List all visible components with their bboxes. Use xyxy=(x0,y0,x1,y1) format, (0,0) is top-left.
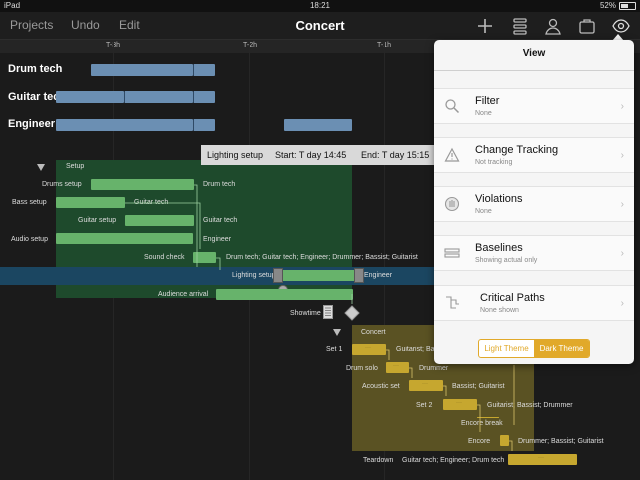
menu-item-title: Change Tracking xyxy=(475,144,559,156)
menu-item-title: Filter xyxy=(475,95,500,107)
menu-item-baselines[interactable]: Baselines Showing actual only › xyxy=(434,235,634,271)
menu-item-change-tracking[interactable]: Change Tracking Not tracking › xyxy=(434,137,634,173)
magnifier-icon xyxy=(445,99,460,114)
baselines-icon xyxy=(444,248,460,258)
theme-segmented-control: Light Theme Dark Theme xyxy=(478,339,590,358)
chevron-right-icon: › xyxy=(620,298,624,309)
tooltip-start: Start: T day 14:45 xyxy=(275,150,347,160)
tooltip-task-name: Lighting setup xyxy=(207,150,264,160)
menu-item-subtitle: Not tracking xyxy=(475,159,513,166)
divider xyxy=(434,70,634,71)
menu-item-subtitle: None xyxy=(475,110,492,117)
menu-item-title: Critical Paths xyxy=(480,292,545,304)
tooltip: Lighting setup Start: T day 14:45 End: T… xyxy=(201,145,434,165)
menu-item-title: Violations xyxy=(475,193,523,205)
popover-title: View xyxy=(522,48,546,59)
warning-triangle-icon xyxy=(444,147,460,162)
chevron-right-icon: › xyxy=(620,248,624,259)
menu-item-subtitle: None xyxy=(475,208,492,215)
menu-item-filter[interactable]: Filter None › xyxy=(434,88,634,124)
chevron-right-icon: › xyxy=(620,199,624,210)
view-popover: View Filter None › Change Tracking Not t… xyxy=(434,40,634,364)
chevron-right-icon: › xyxy=(620,150,624,161)
chevron-right-icon: › xyxy=(620,101,624,112)
menu-item-subtitle: Showing actual only xyxy=(475,257,538,264)
menu-item-subtitle: None shown xyxy=(480,307,519,314)
menu-item-critical-paths[interactable]: Critical Paths None shown › xyxy=(434,285,634,321)
menu-item-violations[interactable]: Violations None › xyxy=(434,186,634,222)
tooltip-end: End: T day 15:15 xyxy=(361,150,430,160)
light-theme-button[interactable]: Light Theme xyxy=(479,340,534,357)
menu-item-title: Baselines xyxy=(475,242,523,254)
dark-theme-button[interactable]: Dark Theme xyxy=(534,340,589,357)
violations-icon xyxy=(444,196,460,212)
critical-path-icon xyxy=(446,296,459,309)
